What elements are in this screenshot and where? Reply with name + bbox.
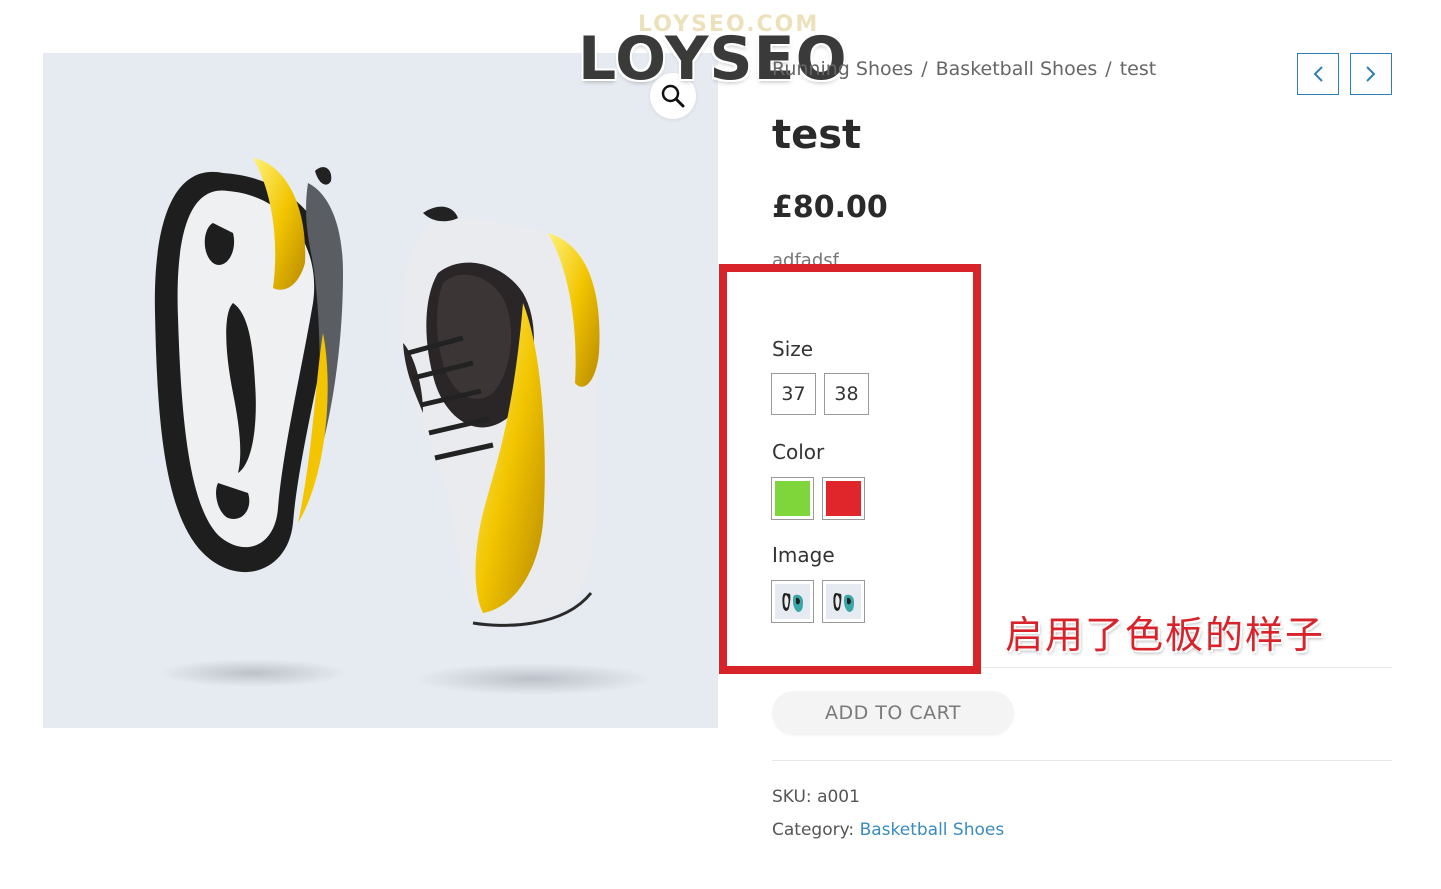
breadcrumb: Running Shoes / Basketball Shoes / test	[772, 58, 1156, 80]
sku-value: a001	[817, 787, 860, 807]
breadcrumb-separator: /	[921, 58, 928, 80]
size-swatch-38[interactable]: 38	[824, 373, 869, 415]
divider-top	[981, 667, 1392, 668]
sku-label: SKU:	[772, 787, 812, 807]
product-image[interactable]	[43, 53, 718, 728]
product-sku: SKU: a001	[772, 787, 860, 807]
image-label: Image	[772, 543, 835, 567]
right-shoe	[401, 206, 600, 627]
category-label: Category:	[772, 820, 855, 840]
image-swatch-2[interactable]	[822, 580, 865, 623]
product-title: test	[772, 112, 862, 158]
breadcrumb-item-current: test	[1119, 58, 1157, 80]
next-product-button[interactable]	[1350, 53, 1392, 95]
size-swatches: 37 38	[771, 373, 869, 415]
category-link[interactable]: Basketball Shoes	[860, 820, 1005, 840]
shoe-thumb-icon	[775, 584, 810, 619]
color-fill-green	[775, 481, 810, 516]
annotation-text: 启用了色板的样子	[1005, 613, 1326, 657]
color-fill-red	[826, 481, 861, 516]
color-swatch-green[interactable]	[771, 477, 814, 520]
shoes-illustration	[154, 158, 653, 695]
breadcrumb-item-running-shoes[interactable]: Running Shoes	[772, 58, 913, 80]
add-to-cart-button[interactable]: ADD TO CART	[772, 691, 1014, 735]
product-price: £80.00	[772, 190, 888, 225]
breadcrumb-separator: /	[1105, 58, 1112, 80]
size-label: Size	[772, 337, 814, 361]
product-category: Category: Basketball Shoes	[772, 820, 1004, 840]
color-swatch-red[interactable]	[822, 477, 865, 520]
watermark-faint-text: LOYSEO.COM	[638, 12, 820, 37]
size-swatch-37[interactable]: 37	[771, 373, 816, 415]
shoe-thumb-icon	[826, 584, 861, 619]
image-swatches	[771, 580, 865, 623]
chevron-right-icon	[1366, 66, 1376, 82]
color-label: Color	[772, 440, 825, 464]
chevron-left-icon	[1313, 66, 1323, 82]
left-shoe	[154, 158, 343, 573]
previous-product-button[interactable]	[1297, 53, 1339, 95]
breadcrumb-item-basketball-shoes[interactable]: Basketball Shoes	[936, 58, 1098, 80]
color-swatches	[771, 477, 865, 520]
divider-bottom	[772, 760, 1392, 761]
image-swatch-1[interactable]	[771, 580, 814, 623]
